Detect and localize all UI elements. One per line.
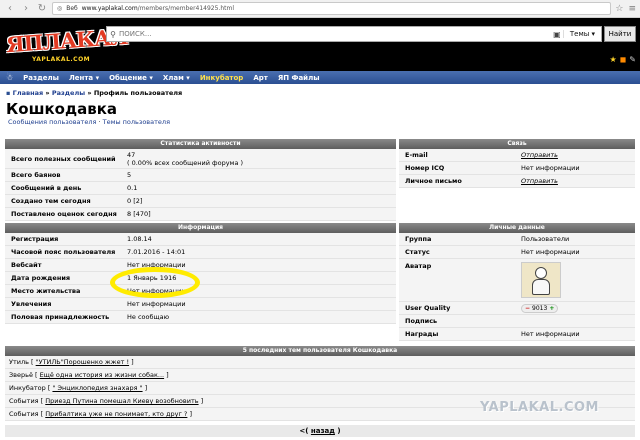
search-scope-select[interactable]: Темы ▾ <box>562 30 601 38</box>
topic-link[interactable]: Ещё одна история из жизни собак... <box>40 371 164 379</box>
camera-icon[interactable]: ▣ <box>551 30 563 39</box>
url-domain: www.yaplakal.com <box>81 5 138 12</box>
nav-sections[interactable]: Разделы <box>23 74 59 82</box>
reload-icon[interactable]: ↻ <box>36 3 48 15</box>
topic-link[interactable]: " Энциклопедия знахаря " <box>52 384 142 392</box>
search-input[interactable] <box>119 30 551 38</box>
profile-links: Сообщения пользователя · Темы пользовате… <box>8 118 170 126</box>
nav-feed[interactable]: Лента ▾ <box>69 74 99 82</box>
table-row: User Quality −9013 + <box>399 302 635 315</box>
contact-title: Связь <box>399 139 635 149</box>
topic-link[interactable]: Приезд Путина помешал Киеву возобновить <box>45 397 198 405</box>
back-link[interactable]: назад <box>311 427 335 435</box>
list-item: Зверьё [ Ещё одна история из жизни собак… <box>5 369 635 382</box>
info-panel: Информация Регистрация 1.08.14 Часовой по… <box>5 223 396 324</box>
list-item: Инкубатор [ " Энциклопедия знахаря " ] <box>5 382 635 395</box>
globe-icon: ◎ <box>57 5 63 12</box>
star-icon[interactable]: ☆ <box>615 4 623 14</box>
breadcrumb-home[interactable]: Главная <box>13 89 43 97</box>
info-title: Информация <box>5 223 396 233</box>
list-item: Утиль [ "УТИЛЬ"Порошенко жжет ! ] <box>5 356 635 369</box>
find-button[interactable]: Найти <box>604 26 636 42</box>
search-box: ⚲ ▣ Темы ▾ <box>106 26 602 42</box>
avatar <box>521 262 561 298</box>
table-row: Регистрация 1.08.14 <box>5 233 396 246</box>
user-messages-link[interactable]: Сообщения пользователя <box>8 118 96 126</box>
table-row: Подпись <box>399 315 635 328</box>
table-row: Поставлено оценок сегодня 8 [470] <box>5 208 396 221</box>
site-header: ЯПЛАКАЛ YAPLAKAL.COM ⚲ ▣ Темы ▾ Найти ★ … <box>0 18 640 71</box>
personal-panel: Личные данные Группа Пользователи Статус Н… <box>399 223 635 341</box>
topic-link[interactable]: "УТИЛЬ"Порошенко жжет ! <box>36 358 129 366</box>
breadcrumb: ▪ Главная » Разделы » Профиль пользовате… <box>6 89 183 97</box>
main-nav: ☃ Разделы Лента ▾ Общение ▾ Хлам ▾ Инкуб… <box>0 71 640 84</box>
favorites-icon[interactable]: ★ <box>609 55 616 64</box>
url-path: /members/member414925.html <box>137 5 235 12</box>
highlight-circle <box>110 267 200 298</box>
table-row: Часовой пояс пользователя 7.01.2016 - 14:… <box>5 246 396 259</box>
table-row: Всего баянов 5 <box>5 169 396 182</box>
send-pm-link[interactable]: Отправить <box>517 177 558 185</box>
table-row: Половая принадлежность Не сообщаю <box>5 311 396 324</box>
address-bar[interactable]: ◎ Веб www.yaplakal.com/members/member414… <box>52 2 612 15</box>
watermark: YAPLAKAL.COM <box>480 400 599 415</box>
back-icon[interactable]: ‹ <box>4 3 16 15</box>
send-email-link[interactable]: Отправить <box>517 151 558 159</box>
table-row: Номер ICQ Нет информации <box>399 162 635 175</box>
table-row: Вебсайт Нет информации <box>5 259 396 272</box>
table-row: Дата рождения 1 Январь 1916 <box>5 272 396 285</box>
logo-sub: YAPLAKAL.COM <box>32 56 91 63</box>
nav-incubator[interactable]: Инкубатор <box>200 74 244 82</box>
menu-icon[interactable]: ≡ <box>628 4 636 14</box>
table-row: Личное письмо Отправить <box>399 175 635 188</box>
browser-bar: ‹ › ↻ ◎ Веб www.yaplakal.com/members/mem… <box>0 0 640 18</box>
home-icon[interactable]: ☃ <box>6 73 13 82</box>
page-title: Кошкодавка <box>6 100 118 118</box>
table-row: Награды Нет информации <box>399 328 635 341</box>
table-row: Создано тем сегодня 0 [2] <box>5 195 396 208</box>
url-tag: Веб <box>66 5 78 12</box>
contact-panel: Связь E-mail Отправить Номер ICQ Нет инфор… <box>399 139 635 188</box>
breadcrumb-sections[interactable]: Разделы <box>52 89 85 97</box>
search-icon: ⚲ <box>110 29 116 39</box>
rss-icon[interactable]: ◼ <box>620 55 627 64</box>
table-row: Аватар <box>399 259 635 302</box>
vote-down-icon[interactable]: − <box>525 305 530 312</box>
vote-up-icon[interactable]: + <box>549 305 554 312</box>
nav-files[interactable]: ЯП Файлы <box>278 74 320 82</box>
recent-topics-title: 5 последних тем пользователя Кошкодавка <box>5 346 635 356</box>
user-topics-link[interactable]: Темы пользователя <box>103 118 170 126</box>
table-row: Группа Пользователи <box>399 233 635 246</box>
breadcrumb-current: » Профиль пользователя <box>87 89 183 97</box>
table-row: Место жительства Нет информации <box>5 285 396 298</box>
topic-link[interactable]: Прибалтика уже не понимает, кто друг ? <box>45 410 187 418</box>
nav-art[interactable]: Арт <box>253 74 268 82</box>
pager: <( назад ) <box>5 425 635 437</box>
personal-title: Личные данные <box>399 223 635 233</box>
breadcrumb-icon: ▪ <box>6 89 11 97</box>
pen-icon[interactable]: ✎ <box>629 55 636 64</box>
forward-icon[interactable]: › <box>20 3 32 15</box>
table-row: E-mail Отправить <box>399 149 635 162</box>
user-quality-badge: −9013 + <box>521 303 559 313</box>
table-row: Сообщений в день 0.1 <box>5 182 396 195</box>
activity-panel: Статистика активности Всего полезных соо… <box>5 139 396 221</box>
nav-junk[interactable]: Хлам ▾ <box>163 74 190 82</box>
table-row: Всего полезных сообщений 47 ( 0.00% всех… <box>5 149 396 169</box>
activity-title: Статистика активности <box>5 139 396 149</box>
nav-talk[interactable]: Общение ▾ <box>109 74 153 82</box>
table-row: Статус Нет информации <box>399 246 635 259</box>
table-row: Увлечения Нет информации <box>5 298 396 311</box>
site-logo[interactable]: ЯПЛАКАЛ YAPLAKAL.COM <box>2 20 128 70</box>
